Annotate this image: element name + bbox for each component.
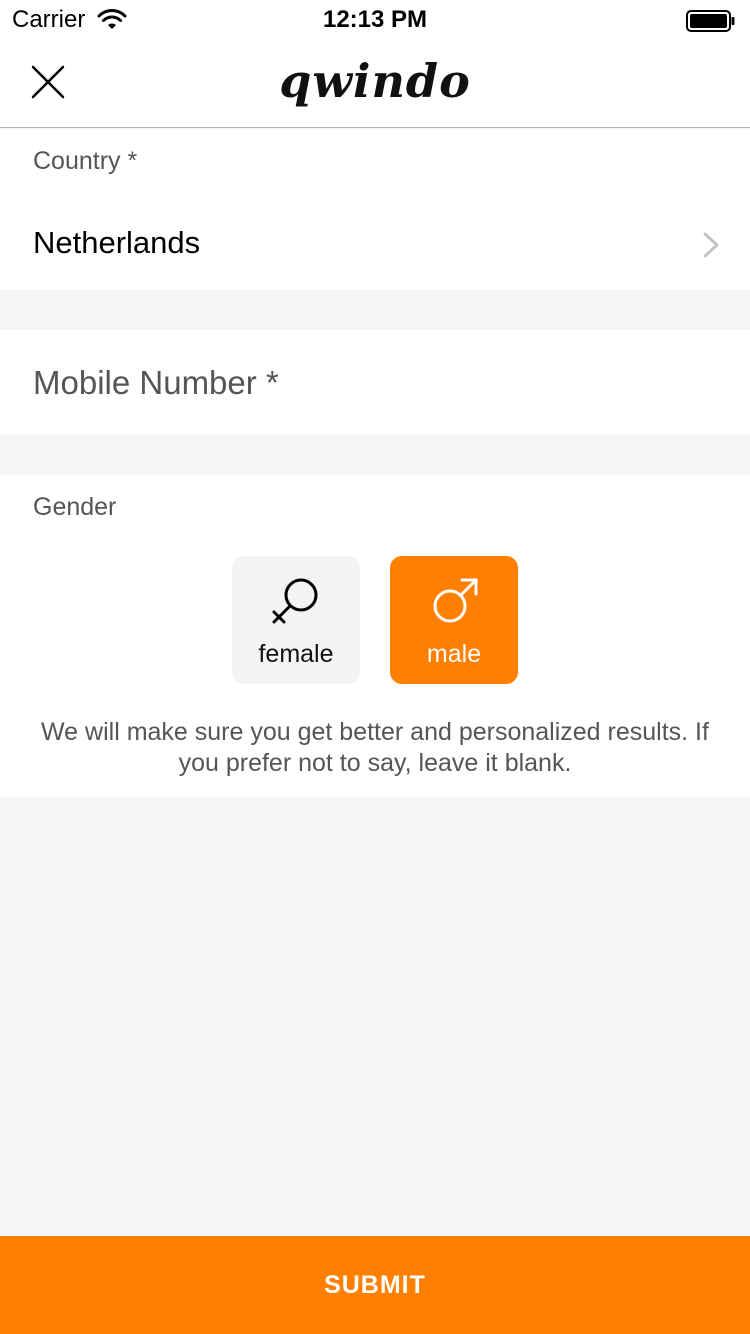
country-section: Country * Netherlands — [0, 129, 750, 290]
battery-full-icon — [686, 10, 735, 32]
status-time: 12:13 PM — [322, 6, 428, 33]
gender-male-label: male — [426, 640, 482, 668]
chevron-right-icon — [703, 232, 719, 258]
app-logo: qwindo — [279, 54, 471, 108]
gender-female-label: female — [258, 640, 334, 668]
country-value: Netherlands — [33, 225, 201, 260]
gender-option-male[interactable]: male — [390, 556, 518, 684]
country-select[interactable]: Netherlands — [0, 199, 750, 289]
gender-section: Gender female male We will make sure you… — [0, 475, 750, 797]
gender-label: Gender — [33, 493, 117, 521]
nav-bar: qwindo — [0, 40, 750, 128]
country-label: Country * — [33, 147, 138, 175]
male-symbol-icon — [433, 578, 478, 623]
status-bar: Carrier 12:13 PM — [0, 0, 750, 40]
mobile-section — [0, 330, 750, 435]
mobile-number-input[interactable] — [33, 360, 713, 406]
gender-note: We will make sure you get better and per… — [41, 718, 709, 777]
female-symbol-icon — [272, 578, 318, 624]
screen: Carrier 12:13 PM qwindo Country * Nether… — [0, 0, 750, 1334]
submit-button[interactable]: SUBMIT — [0, 1236, 750, 1334]
gender-option-female[interactable]: female — [232, 556, 360, 684]
